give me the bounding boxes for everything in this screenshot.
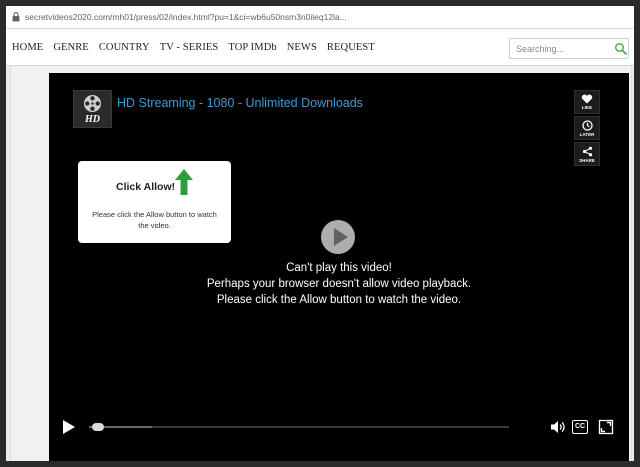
hd-logo: HD xyxy=(73,90,112,128)
share-button[interactable]: SHARE xyxy=(574,142,600,166)
watch-later-button[interactable]: LATER xyxy=(574,116,600,140)
progress-bar[interactable] xyxy=(89,426,509,428)
volume-icon[interactable] xyxy=(550,419,566,435)
browser-window: secretvideos2020.com/mh01/press/02/index… xyxy=(6,6,634,461)
error-heading: Can't play this video! xyxy=(286,262,392,274)
fullscreen-icon[interactable] xyxy=(598,419,614,435)
clock-icon xyxy=(581,119,593,131)
nav-item-request[interactable]: REQUEST xyxy=(327,42,375,53)
like-label: LIKE xyxy=(581,105,593,110)
search-icon[interactable] xyxy=(614,42,628,56)
play-icon xyxy=(334,228,348,246)
allow-popup: Click Allow! Please click the Allow butt… xyxy=(78,161,231,243)
like-button[interactable]: LIKE xyxy=(574,90,600,114)
video-title[interactable]: HD Streaming - 1080 - Unlimited Download… xyxy=(117,96,363,110)
later-label: LATER xyxy=(579,131,595,137)
progress-handle[interactable] xyxy=(92,423,104,431)
up-arrow-icon xyxy=(175,169,193,195)
address-bar[interactable]: secretvideos2020.com/mh01/press/02/index… xyxy=(6,6,634,29)
popup-instructions: Please click the Allow button to watch t… xyxy=(92,210,217,230)
film-reel-icon xyxy=(83,94,102,113)
nav-item-tv-series[interactable]: TV - SERIES xyxy=(160,42,219,53)
nav-item-news[interactable]: NEWS xyxy=(287,42,317,53)
search-input[interactable] xyxy=(516,43,612,54)
share-icon xyxy=(582,146,592,156)
nav-item-genre[interactable]: GENRE xyxy=(53,42,89,53)
captions-button[interactable]: CC xyxy=(572,420,588,434)
nav-item-country[interactable]: COUNTRY xyxy=(99,42,150,53)
video-player[interactable]: HD HD Streaming - 1080 - Unlimited Downl… xyxy=(49,73,629,461)
share-label: SHARE xyxy=(579,157,595,163)
center-play-button[interactable] xyxy=(321,220,355,254)
page-content: HD HD Streaming - 1080 - Unlimited Downl… xyxy=(10,66,632,461)
error-body: Perhaps your browser doesn't allow video… xyxy=(206,278,472,306)
heart-icon xyxy=(581,94,593,104)
search-box xyxy=(509,38,629,59)
nav-menu: HOME GENRE COUNTRY TV - SERIES TOP IMDb … xyxy=(12,29,385,65)
nav-item-top-imdb[interactable]: TOP IMDb xyxy=(228,42,276,53)
lock-icon xyxy=(9,12,23,22)
error-message: Can't play this video! Perhaps your brow… xyxy=(199,260,479,308)
popup-title: Click Allow! xyxy=(116,181,176,193)
logo-hd-text: HD xyxy=(85,114,100,125)
site-navbar: HOME GENRE COUNTRY TV - SERIES TOP IMDb … xyxy=(6,29,634,66)
url-text[interactable]: secretvideos2020.com/mh01/press/02/index… xyxy=(25,12,347,22)
nav-item-home[interactable]: HOME xyxy=(12,42,43,53)
control-play-icon[interactable] xyxy=(62,419,76,435)
